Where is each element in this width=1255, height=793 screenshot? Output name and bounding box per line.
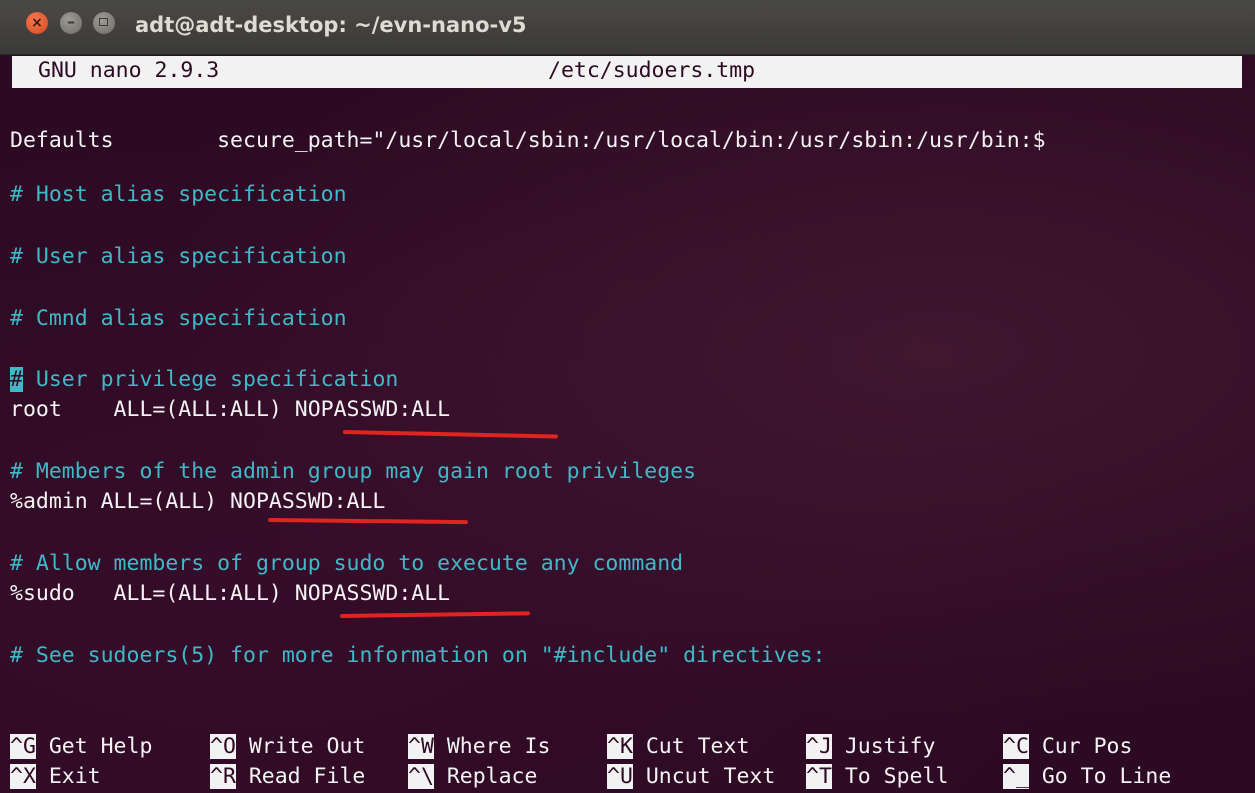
shortcut-key: ^U [607,764,633,789]
shortcut-key: ^R [210,764,236,789]
window-title: adt@adt-desktop: ~/evn-nano-v5 [135,13,527,37]
host-alias-comment: # Host alias specification [10,182,347,207]
shortcut-label: Read File [235,764,366,789]
shortcut-key: ^_ [1003,764,1029,789]
terminal-content[interactable]: GNU nano 2.9.3 /etc/sudoers.tmp Defaults… [0,55,1255,793]
user-privilege-text: User privilege specification [22,367,399,392]
close-window-button[interactable]: × [26,12,48,34]
shortcut-go-to-line[interactable]: ^_ Go To Line [1003,763,1171,791]
shortcut-exit[interactable]: ^X Exit [10,763,101,791]
nano-version: GNU nano 2.9.3 [38,58,220,83]
admin-rule-line: %admin ALL=(ALL) NOPASSWD:ALL [10,489,386,514]
shortcut-label: Get Help [35,734,153,759]
shortcut-get-help[interactable]: ^G Get Help [10,733,152,761]
shortcut-key: ^W [408,734,434,759]
text-cursor: # [10,367,23,392]
shortcut-justify[interactable]: ^J Justify [806,733,935,761]
user-privilege-comment: # User privilege specification [10,366,398,394]
nano-filename: /etc/sudoers.tmp [548,58,756,83]
shortcut-uncut-text[interactable]: ^U Uncut Text [607,763,775,791]
sudo-rule-line: %sudo ALL=(ALL:ALL) NOPASSWD:ALL [10,581,451,606]
shortcut-label: Justify [831,734,936,759]
shortcut-key: ^G [10,734,36,759]
shortcut-read-file[interactable]: ^R Read File [210,763,365,791]
shortcut-key: ^J [806,734,832,759]
user-alias-comment: # User alias specification [10,244,347,269]
terminal-window: × – adt@adt-desktop: ~/evn-nano-v5 GNU n… [0,0,1255,793]
shortcut-label: Uncut Text [632,764,776,789]
shortcut-cut-text[interactable]: ^K Cut Text [607,733,749,761]
shortcut-key: ^O [210,734,236,759]
maximize-window-button[interactable] [93,12,115,34]
shortcut-to-spell[interactable]: ^T To Spell [806,763,948,791]
shortcut-label: Where Is [433,734,551,759]
root-rule-line: root ALL=(ALL:ALL) NOPASSWD:ALL [10,397,451,422]
shortcut-label: Exit [35,764,101,789]
shortcut-key: ^C [1003,734,1029,759]
nano-header-bar: GNU nano 2.9.3 /etc/sudoers.tmp [12,56,1242,88]
shortcut-label: Go To Line [1028,764,1172,789]
shortcut-write-out[interactable]: ^O Write Out [210,733,365,761]
shortcut-replace[interactable]: ^\ Replace [408,763,537,791]
shortcut-label: Cut Text [632,734,750,759]
admin-nopasswd-underline [267,518,469,525]
sudo-nopasswd-underline [339,611,531,618]
title-bar: × – adt@adt-desktop: ~/evn-nano-v5 [0,0,1255,55]
defaults-line: Defaults secure_path="/usr/local/sbin:/u… [10,128,1046,153]
minimize-window-button[interactable]: – [60,12,82,34]
shortcut-label: Cur Pos [1028,734,1133,759]
shortcut-label: To Spell [831,764,949,789]
cmnd-alias-comment: # Cmnd alias specification [10,306,347,331]
shortcut-cur-pos[interactable]: ^C Cur Pos [1003,733,1132,761]
include-comment: # See sudoers(5) for more information on… [10,643,826,668]
shortcut-key: ^\ [408,764,434,789]
shortcut-label: Replace [433,764,538,789]
shortcut-key: ^X [10,764,36,789]
shortcut-where-is[interactable]: ^W Where Is [408,733,550,761]
shortcut-label: Write Out [235,734,366,759]
shortcut-key: ^T [806,764,832,789]
shortcut-key: ^K [607,734,633,759]
root-nopasswd-underline [342,430,558,439]
sudo-group-comment: # Allow members of group sudo to execute… [10,551,684,576]
admin-group-comment: # Members of the admin group may gain ro… [10,459,697,484]
